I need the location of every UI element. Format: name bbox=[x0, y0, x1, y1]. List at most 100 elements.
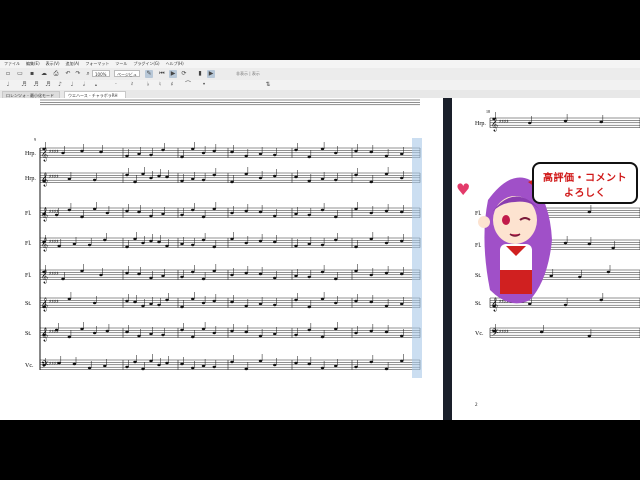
note bbox=[201, 178, 206, 182]
menu-item[interactable]: ヘルプ(H) bbox=[166, 60, 184, 68]
note bbox=[244, 154, 248, 158]
duration-half-icon[interactable]: 𝅗𝅥 bbox=[80, 81, 88, 89]
clef-icon: 𝄞 bbox=[41, 297, 48, 311]
upload-icon[interactable]: ☁ bbox=[40, 70, 48, 78]
key-signature: ♯♯♯♯ bbox=[49, 271, 59, 277]
new-file-icon[interactable]: ▫ bbox=[4, 70, 12, 78]
note bbox=[92, 301, 97, 305]
note bbox=[244, 271, 248, 275]
note bbox=[161, 274, 165, 278]
key-signature: ♯♯♯♯ bbox=[49, 174, 59, 180]
note bbox=[384, 271, 389, 275]
note bbox=[294, 298, 298, 302]
menu-item[interactable]: ツール bbox=[115, 60, 127, 68]
note-input-icon[interactable]: ✎ bbox=[145, 70, 153, 78]
play-icon[interactable]: ▶ bbox=[169, 70, 177, 78]
note bbox=[61, 277, 65, 281]
note bbox=[105, 211, 110, 215]
flip-icon[interactable]: ⇅ bbox=[264, 81, 272, 89]
view-mode-select[interactable]: ページビュー bbox=[114, 70, 140, 84]
note bbox=[294, 333, 298, 337]
note bbox=[180, 275, 184, 279]
note bbox=[307, 275, 311, 279]
zoom-select[interactable]: 100% bbox=[92, 70, 110, 77]
duration-whole-icon[interactable]: 𝅝 bbox=[92, 81, 100, 89]
note bbox=[212, 149, 216, 153]
note bbox=[54, 213, 59, 217]
page-gap bbox=[443, 98, 452, 420]
note bbox=[161, 212, 165, 216]
menu-item[interactable]: フォーマット bbox=[85, 60, 109, 68]
score-view[interactable]: Hrp.𝄞♯♯♯♯Hrp.𝄞♯♯♯♯Fl.𝄞♯♯♯♯Fl.𝄞♯♯♯♯Fl.𝄞♯♯… bbox=[0, 98, 640, 420]
note bbox=[369, 360, 373, 364]
note bbox=[273, 363, 277, 367]
note bbox=[191, 297, 195, 301]
rewind-icon[interactable]: ⏮ bbox=[158, 70, 166, 78]
note bbox=[334, 364, 338, 368]
sharp-icon[interactable]: ♯ bbox=[168, 81, 176, 89]
metronome-icon[interactable]: ▮ bbox=[196, 70, 204, 78]
menu-item[interactable]: 追加(A) bbox=[66, 60, 80, 68]
note bbox=[320, 243, 325, 247]
note bbox=[212, 269, 216, 273]
menu-item[interactable]: ファイル bbox=[4, 60, 20, 68]
duration-32nd-icon[interactable]: ♬ bbox=[32, 81, 40, 89]
note bbox=[72, 362, 77, 366]
rest-icon[interactable]: 𝄽 bbox=[128, 81, 136, 89]
note bbox=[230, 360, 234, 364]
note bbox=[191, 270, 195, 274]
note bbox=[400, 152, 404, 156]
note bbox=[103, 364, 107, 368]
note bbox=[273, 174, 277, 178]
playback-toggle-icon[interactable]: ▶ bbox=[207, 70, 215, 78]
note bbox=[180, 328, 184, 332]
tie-icon[interactable]: ⌒ bbox=[184, 81, 192, 89]
undo-icon[interactable]: ↶ bbox=[64, 70, 72, 78]
note bbox=[80, 149, 84, 153]
note bbox=[42, 212, 46, 216]
duration-quarter-icon[interactable]: ♩ bbox=[68, 81, 76, 89]
open-file-icon[interactable]: ▭ bbox=[16, 70, 24, 78]
note bbox=[191, 366, 195, 370]
dot-icon[interactable]: · bbox=[112, 81, 120, 89]
duration-64th-icon[interactable]: ♬ bbox=[20, 81, 28, 89]
note bbox=[400, 239, 404, 243]
note bbox=[133, 300, 137, 304]
save-icon[interactable]: ▪ bbox=[28, 70, 36, 78]
note bbox=[273, 214, 277, 218]
note bbox=[258, 334, 263, 338]
note bbox=[400, 272, 404, 276]
menu-item[interactable]: プラグイン(G) bbox=[133, 60, 159, 68]
note bbox=[191, 177, 195, 181]
bubble-line-2: よろしく bbox=[564, 188, 606, 199]
duration-8th-icon[interactable]: ♪ bbox=[56, 81, 64, 89]
duration-16th-icon[interactable]: ♬ bbox=[44, 81, 52, 89]
note bbox=[180, 242, 184, 246]
note bbox=[80, 269, 84, 273]
note bbox=[201, 277, 206, 281]
redo-icon[interactable]: ↷ bbox=[74, 70, 82, 78]
note bbox=[384, 241, 389, 245]
flat-icon[interactable]: ♭ bbox=[144, 81, 152, 89]
note bbox=[180, 305, 184, 309]
natural-icon[interactable]: ♮ bbox=[156, 81, 164, 89]
note bbox=[105, 329, 110, 333]
zoom-icon[interactable]: ⌕ bbox=[84, 70, 92, 78]
note bbox=[54, 328, 59, 332]
voice-icon[interactable]: • bbox=[200, 81, 208, 89]
menu-item[interactable]: 編集(E) bbox=[26, 60, 40, 68]
note bbox=[161, 333, 165, 337]
instrument-label: Hrp. bbox=[25, 176, 36, 182]
note bbox=[212, 299, 216, 303]
loop-icon[interactable]: ⟳ bbox=[180, 70, 188, 78]
note-input-mode-icon[interactable]: ♩ bbox=[4, 81, 12, 89]
note bbox=[230, 273, 234, 277]
note bbox=[273, 276, 277, 280]
note bbox=[80, 215, 84, 219]
menu-item[interactable]: 表示(V) bbox=[46, 60, 60, 68]
note bbox=[61, 151, 65, 155]
print-icon[interactable]: ⎙ bbox=[52, 70, 60, 78]
tab-score-2[interactable]: ウエハース - チャラボラRH ✕ bbox=[64, 91, 126, 105]
note bbox=[528, 121, 532, 125]
tab-score-1[interactable]: ロレンツォ - 最小化モード ✕ bbox=[2, 91, 60, 105]
